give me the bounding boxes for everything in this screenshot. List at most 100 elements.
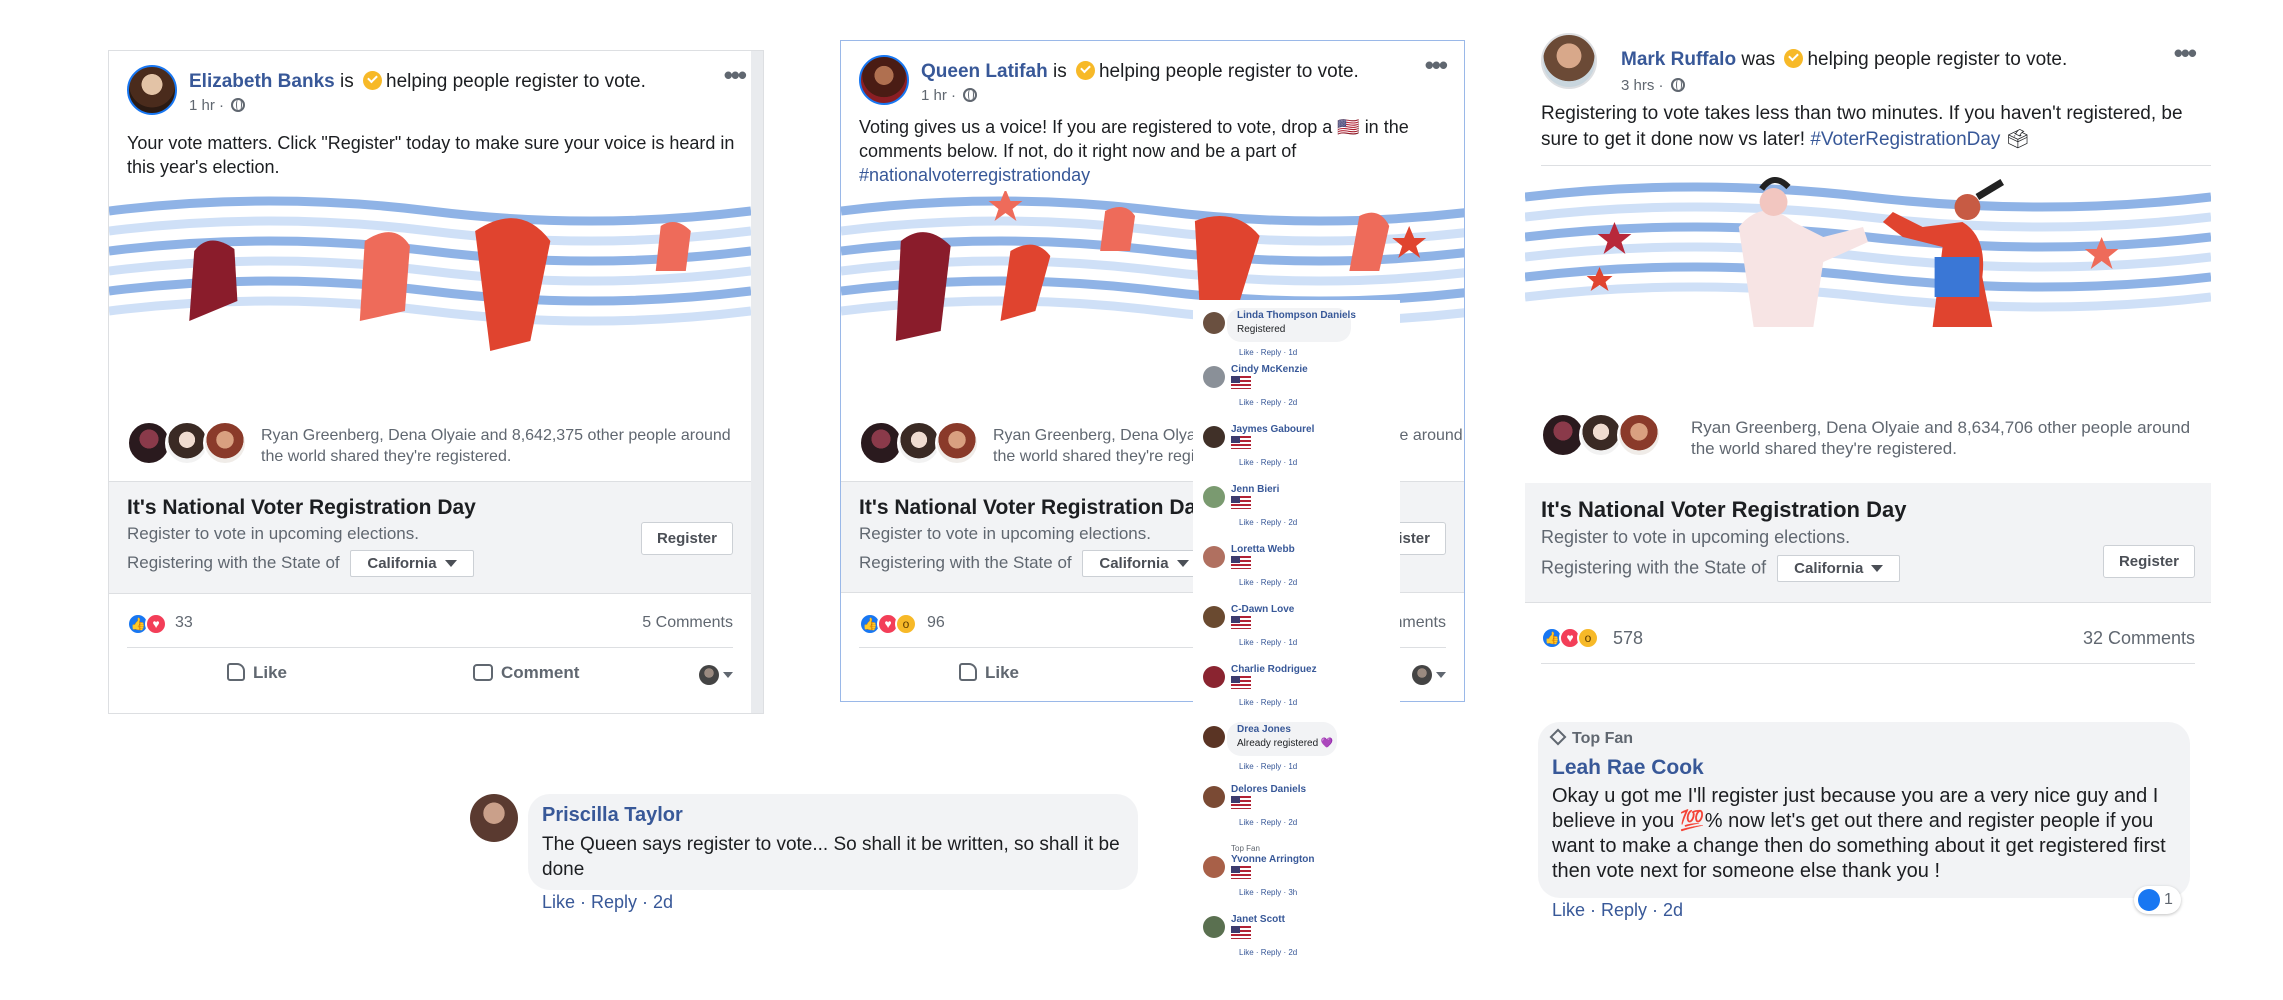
commenter-name[interactable]: Jaymes Gabourel (1231, 424, 1314, 435)
register-button[interactable]: Register (640, 522, 733, 555)
avatar[interactable] (1203, 786, 1225, 808)
avatar[interactable] (1203, 546, 1225, 568)
avatar[interactable] (1203, 486, 1225, 508)
comment-actions[interactable]: Like · Reply · 2d (1239, 948, 1297, 957)
post-meta: 1 hr · (921, 87, 978, 104)
author-name[interactable]: Queen Latifah (921, 61, 1048, 82)
more-options-icon[interactable]: ••• (1425, 52, 1448, 78)
avatar[interactable] (1203, 916, 1225, 938)
comment-actions[interactable]: Like · Reply · 1d (1239, 638, 1297, 647)
comments-count[interactable]: 32 Comments (2083, 628, 2195, 649)
love-reaction-icon[interactable]: ♥ (145, 613, 167, 635)
post-meta: 3 hrs · (1621, 77, 1685, 94)
author-name[interactable]: Mark Ruffalo (1621, 49, 1736, 70)
comment-actions[interactable]: Like · Reply · 2d (1239, 578, 1297, 587)
state-prefix: Registering with the State of (859, 552, 1072, 572)
state-select[interactable]: California (1777, 555, 1901, 582)
author-avatar[interactable] (127, 65, 177, 115)
commenter-name[interactable]: Loretta Webb (1231, 544, 1295, 555)
check-badge-icon (363, 71, 383, 90)
avatar[interactable] (1203, 856, 1225, 878)
reaction-count[interactable]: 33 (175, 614, 193, 632)
comment-actions[interactable]: Like · Reply · 2d (1239, 398, 1297, 407)
more-options-icon[interactable]: ••• (724, 62, 747, 88)
comment-actions[interactable]: Like · Reply · 2d (542, 892, 673, 913)
wow-reaction-icon[interactable]: o (895, 613, 917, 635)
comment-actions[interactable]: Like · Reply · 2d (1239, 518, 1297, 527)
commenter-name[interactable]: Cindy McKenzie (1231, 364, 1308, 375)
comment-actions[interactable]: Like · Reply · 2d (1239, 818, 1297, 827)
comment-actions[interactable]: Like · Reply · 1d (1239, 698, 1297, 707)
avatar[interactable] (470, 794, 518, 842)
commenter-name[interactable]: Linda Thompson Daniels (1237, 310, 1356, 321)
like-button[interactable]: Like (959, 663, 1019, 683)
author-line: Queen Latifah is helping people register… (921, 61, 1359, 83)
comment-actions[interactable]: Like · Reply · 1d (1239, 762, 1297, 771)
post-as-selector[interactable] (1412, 665, 1446, 685)
avatar[interactable] (1203, 726, 1225, 748)
post-header: Queen Latifah is helping people register… (859, 52, 1448, 111)
comments-count[interactable]: 5 Comments (642, 614, 733, 632)
commenter-name[interactable]: Yvonne Arrington (1231, 854, 1315, 865)
sharer-avatar[interactable] (1617, 413, 1661, 457)
commenter-name[interactable]: Janet Scott (1231, 914, 1285, 925)
reactions-bar: 👍 ♥ o 578 32 Comments (1541, 623, 2195, 653)
state-select[interactable]: California (350, 550, 474, 577)
post-text-body: Voting gives us a voice! If you are regi… (859, 117, 1409, 161)
author-line: Mark Ruffalo was helping people register… (1621, 49, 2067, 71)
register-button[interactable]: Register (2102, 545, 2195, 578)
sharer-avatar[interactable] (203, 421, 247, 465)
ballot-box-icon: 🗳 (2005, 129, 2030, 150)
post-text: Voting gives us a voice! If you are regi… (859, 115, 1446, 187)
comment-button[interactable]: Comment (473, 663, 579, 683)
avatar[interactable] (1203, 666, 1225, 688)
state-select[interactable]: California (1082, 550, 1206, 577)
commenter-name[interactable]: Delores Daniels (1231, 784, 1306, 795)
avatar[interactable] (1203, 426, 1225, 448)
author-avatar[interactable] (859, 55, 909, 105)
hashtag-link[interactable]: #nationalvoterregistrationday (859, 165, 1090, 185)
comment-actions[interactable]: Like · Reply · 1d (1239, 348, 1297, 357)
comment-actions[interactable]: Like · Reply · 2d (1552, 900, 1683, 921)
more-options-icon[interactable]: ••• (2174, 40, 2197, 66)
cta-state: Registering with the State of California (1541, 555, 1901, 582)
thumbs-up-icon (227, 663, 245, 681)
author-avatar[interactable] (1541, 33, 1597, 89)
comment-text: The Queen says register to vote... So sh… (542, 834, 1120, 880)
activity-text: helping people register to vote. (1807, 49, 2068, 70)
globe-icon (1670, 78, 1685, 92)
like-button[interactable]: Like (227, 663, 287, 683)
sharers-text[interactable]: Ryan Greenberg, Dena Olyaie and 8,642,37… (261, 425, 731, 467)
post-time[interactable]: 1 hr · (189, 97, 224, 114)
avatar[interactable] (1203, 606, 1225, 628)
cta-subtitle: Register to vote in upcoming elections. (1541, 527, 1851, 547)
commenter-name[interactable]: Priscilla Taylor (542, 804, 683, 827)
chevron-down-icon (444, 560, 457, 567)
commenter-name[interactable]: Drea Jones (1237, 724, 1291, 735)
divider (127, 647, 733, 648)
reaction-count[interactable]: 578 (1613, 628, 1643, 649)
reaction-count[interactable]: 96 (927, 614, 945, 632)
avatar[interactable] (1203, 366, 1225, 388)
commenter-name[interactable]: C-Dawn Love (1231, 604, 1294, 615)
wow-reaction-icon[interactable]: o (1577, 627, 1599, 649)
hashtag-link[interactable]: #VoterRegistrationDay (1810, 129, 2000, 150)
author-name[interactable]: Elizabeth Banks (189, 71, 335, 92)
post-time[interactable]: 3 hrs · (1621, 77, 1664, 94)
post-as-selector[interactable] (699, 665, 733, 685)
sharers-text[interactable]: Ryan Greenberg, Dena Olyaie and 8,634,70… (1691, 417, 2191, 459)
sharer-avatar[interactable] (935, 421, 979, 465)
commenter-name[interactable]: Jenn Bieri (1231, 484, 1279, 495)
us-flag-icon (1231, 616, 1251, 629)
comment-text: Okay u got me I'll register just because… (1552, 785, 2166, 882)
commenter-name[interactable]: Leah Rae Cook (1552, 756, 1704, 780)
post-time[interactable]: 1 hr · (921, 87, 956, 104)
avatar[interactable] (1203, 312, 1225, 334)
like-label: Like (253, 663, 288, 682)
comment-reaction-count[interactable]: 1 (2134, 886, 2181, 914)
comment-actions[interactable]: Like · Reply · 3h (1239, 888, 1297, 897)
globe-icon (963, 88, 978, 102)
top-fan-badge: Top Fan (1231, 844, 1260, 853)
comment-actions[interactable]: Like · Reply · 1d (1239, 458, 1297, 467)
commenter-name[interactable]: Charlie Rodriguez (1231, 664, 1317, 675)
